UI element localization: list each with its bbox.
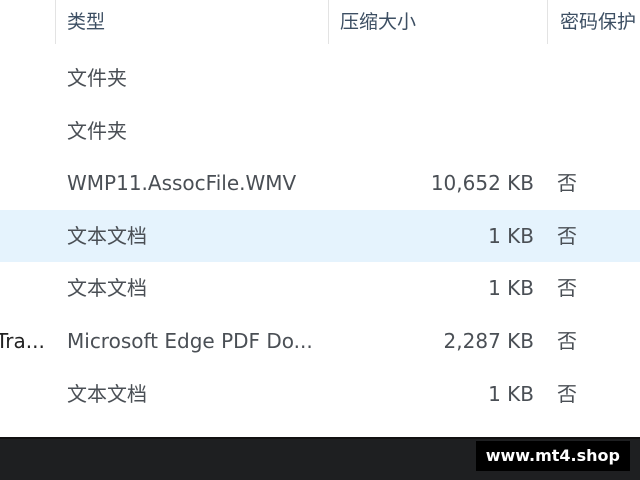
column-divider[interactable] — [55, 0, 56, 44]
file-compressed-size: 2,287 KB — [443, 328, 534, 353]
column-divider[interactable] — [328, 0, 329, 44]
file-name — [0, 105, 44, 158]
column-divider[interactable] — [547, 0, 548, 44]
file-password-protected: 否 — [557, 171, 577, 196]
file-compressed-size: 1 KB — [488, 223, 534, 248]
watermark: www.mt4.shop — [475, 441, 630, 471]
file-name: Tra... — [0, 328, 44, 353]
file-list: 文件夹 文件夹 WMP11.AssocFile.WMV 10,652 KB 否文本文档 1… — [0, 52, 640, 420]
file-name — [0, 52, 44, 105]
file-type: Microsoft Edge PDF Do... — [67, 328, 313, 353]
file-row[interactable]: 文件夹 — [0, 52, 640, 105]
file-type: 文本文档 — [67, 276, 147, 301]
file-password-protected: 否 — [557, 328, 577, 353]
taskbar-divider — [0, 437, 640, 439]
file-type: WMP11.AssocFile.WMV — [67, 171, 297, 196]
file-name — [0, 368, 44, 421]
file-row[interactable]: 文本文档 1 KB 否 — [0, 262, 640, 315]
file-compressed-size — [340, 52, 534, 105]
file-password-protected — [557, 52, 617, 105]
column-header-bar: 类型 压缩大小 密码保护 — [0, 0, 640, 44]
file-compressed-size: 10,652 KB — [430, 171, 534, 196]
file-name — [0, 210, 44, 263]
file-compressed-size: 1 KB — [488, 276, 534, 301]
file-compressed-size — [340, 105, 534, 158]
column-header-password-protected[interactable]: 密码保护 — [560, 0, 640, 44]
file-row[interactable]: 文本文档 1 KB 否 — [0, 368, 640, 421]
file-password-protected: 否 — [557, 223, 577, 248]
file-name — [0, 157, 44, 210]
file-row[interactable]: Tra... Microsoft Edge PDF Do... 2,287 KB 否 — [0, 315, 640, 368]
taskbar: www.mt4.shop — [0, 437, 640, 480]
file-type: 文本文档 — [67, 381, 147, 406]
file-password-protected: 否 — [557, 276, 577, 301]
file-password-protected — [557, 105, 617, 158]
file-name — [0, 262, 44, 315]
file-row[interactable]: WMP11.AssocFile.WMV 10,652 KB 否 — [0, 157, 640, 210]
column-header-compressed-size[interactable]: 压缩大小 — [340, 0, 540, 44]
file-password-protected: 否 — [557, 381, 577, 406]
column-header-type[interactable]: 类型 — [67, 0, 325, 44]
file-type: 文本文档 — [67, 223, 147, 248]
file-compressed-size: 1 KB — [488, 381, 534, 406]
file-type: 文件夹 — [67, 66, 127, 90]
file-row[interactable]: 文本文档 1 KB 否 — [0, 209, 640, 263]
file-row[interactable]: 文件夹 — [0, 105, 640, 158]
file-type: 文件夹 — [67, 118, 127, 143]
